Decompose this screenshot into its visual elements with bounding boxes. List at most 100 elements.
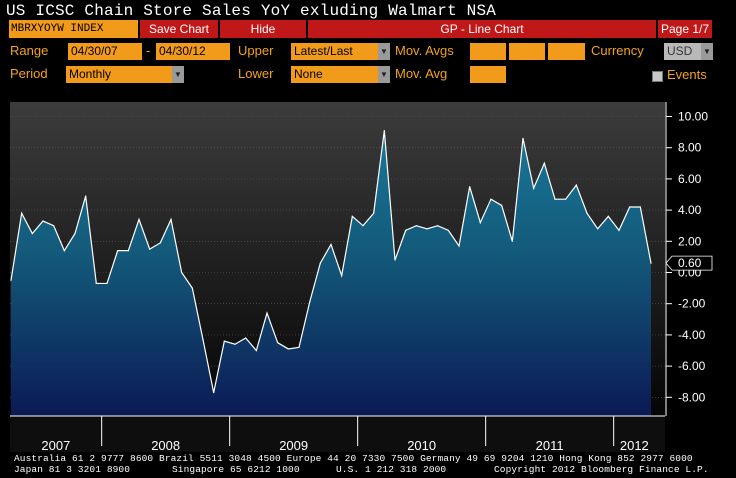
data-point: [341, 275, 343, 277]
data-point: [362, 225, 364, 227]
page-indicator[interactable]: Page 1/7: [658, 20, 712, 38]
x-axis: 2007 2008 2009 2010 2011 2012: [10, 415, 665, 453]
x-tick-label: 2009: [279, 438, 308, 453]
save-chart-button[interactable]: Save Chart: [140, 20, 218, 38]
currency-dropdown[interactable]: USD ▼: [664, 43, 713, 60]
last-value-label: 0.60: [678, 256, 702, 270]
data-point: [53, 225, 55, 227]
data-point: [490, 198, 492, 200]
data-point: [415, 225, 417, 227]
data-point: [31, 232, 33, 235]
data-point: [469, 186, 471, 188]
data-point: [650, 262, 652, 264]
data-point: [351, 215, 353, 217]
mov-avgs-label: Mov. Avgs: [395, 43, 454, 58]
data-point: [277, 342, 279, 344]
mov-avg-period-field[interactable]: [470, 66, 506, 83]
footer-copyright: Copyright 2012 Bloomberg Finance L.P.: [494, 464, 709, 475]
data-point: [522, 137, 524, 139]
mov-avg-field-1[interactable]: [470, 43, 506, 60]
period-dropdown[interactable]: Monthly ▼: [66, 66, 184, 83]
data-point: [63, 250, 65, 252]
y-tick-label: 2.00: [678, 234, 702, 248]
data-point: [213, 392, 215, 394]
data-point: [309, 301, 311, 303]
currency-label: Currency: [591, 43, 644, 58]
events-label: Events: [667, 67, 707, 82]
footer-japan: Japan 81 3 3201 8900: [14, 464, 131, 475]
y-tick-label: -6.00: [678, 359, 706, 373]
data-point: [127, 250, 129, 252]
toolbar: MBRXYOYW INDEX Save Chart Hide GP - Line…: [0, 20, 736, 38]
data-point: [607, 215, 609, 217]
footer-singapore: Singapore 65 6212 1000: [172, 464, 300, 475]
range-end-field[interactable]: 04/30/12: [156, 43, 230, 60]
data-point: [394, 259, 396, 261]
y-tick-label: -8.00: [678, 390, 706, 404]
y-tick-label: 6.00: [678, 172, 702, 186]
data-point: [287, 348, 289, 350]
data-point: [149, 248, 151, 250]
range-separator: -: [146, 43, 151, 58]
upper-dropdown[interactable]: Latest/Last ▼: [291, 43, 390, 60]
x-tick-label: 2008: [151, 438, 180, 453]
period-value: Monthly: [69, 67, 112, 81]
upper-label: Upper: [238, 43, 274, 58]
lower-dropdown[interactable]: None ▼: [291, 66, 390, 83]
chart-type-bar: GP - Line Chart: [308, 20, 656, 38]
data-point: [10, 279, 12, 281]
data-point: [565, 198, 567, 200]
data-point: [586, 212, 588, 214]
data-point: [234, 343, 236, 345]
y-tick-label: 8.00: [678, 141, 702, 155]
data-point: [255, 349, 257, 352]
y-tick-label: -2.00: [678, 297, 706, 311]
chevron-down-icon: ▼: [378, 43, 390, 60]
data-point: [629, 206, 631, 208]
data-point: [575, 184, 577, 186]
data-point: [447, 229, 449, 231]
data-point: [330, 243, 332, 246]
data-point: [437, 225, 439, 227]
hide-button[interactable]: Hide: [220, 20, 306, 38]
data-point: [21, 212, 23, 214]
data-point: [479, 221, 481, 224]
data-point: [554, 198, 556, 200]
mov-avg-label: Mov. Avg: [395, 66, 448, 81]
events-checkbox[interactable]: [652, 71, 663, 82]
data-point: [298, 346, 300, 348]
x-tick-label: 2007: [41, 438, 70, 453]
data-point: [42, 220, 44, 222]
data-point: [501, 204, 503, 207]
chevron-down-icon: ▼: [701, 43, 713, 60]
footer-contacts-line1: Australia 61 2 9777 8600 Brazil 5511 304…: [14, 453, 693, 464]
line-chart: 10.008.006.004.002.000.00-2.00-4.00-6.00…: [10, 102, 713, 453]
ticker-field[interactable]: MBRXYOYW INDEX: [9, 20, 138, 38]
data-point: [106, 282, 108, 285]
range-start-field[interactable]: 04/30/07: [68, 43, 142, 60]
data-point: [618, 229, 620, 231]
data-point: [245, 337, 247, 339]
chart-title: US ICSC Chain Store Sales YoY exluding W…: [6, 2, 497, 20]
currency-value: USD: [667, 44, 693, 58]
data-point: [533, 187, 535, 189]
mov-avg-field-3[interactable]: [548, 43, 585, 60]
x-tick-label: 2011: [536, 438, 564, 453]
data-point: [458, 245, 460, 247]
y-tick-label: 4.00: [678, 203, 702, 217]
upper-value: Latest/Last: [294, 44, 353, 58]
data-point: [117, 250, 119, 252]
x-axis-band: [10, 416, 665, 452]
mov-avg-field-2[interactable]: [509, 43, 545, 60]
data-point: [597, 228, 599, 230]
data-point: [319, 262, 321, 264]
range-label: Range: [10, 43, 49, 58]
data-point: [405, 229, 407, 231]
data-point: [191, 287, 193, 289]
data-point: [159, 242, 161, 244]
data-point: [74, 232, 76, 235]
data-point: [95, 282, 97, 285]
footer-us: U.S. 1 212 318 2000: [336, 464, 447, 475]
data-point: [639, 206, 641, 208]
data-point: [373, 212, 375, 214]
